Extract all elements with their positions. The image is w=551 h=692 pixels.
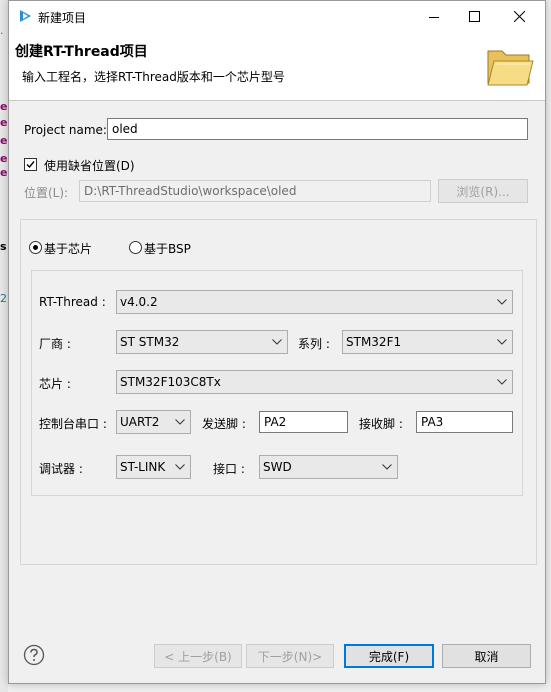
back-button[interactable]: < 上一步(B) [154, 644, 242, 668]
vendor-label: 厂商 : [39, 337, 71, 351]
project-name-label: Project name: [24, 123, 107, 137]
console-uart-label: 控制台串口 : [39, 417, 107, 431]
close-icon [514, 11, 525, 22]
series-select[interactable]: STM32F1 [342, 330, 513, 354]
debugger-value: ST-LINK [120, 460, 166, 474]
chevron-down-icon [175, 464, 185, 470]
tx-pin-label: 发送脚 : [202, 417, 246, 431]
use-default-location-label[interactable]: 使用缺省位置(D) [44, 157, 135, 174]
open-folder-icon [487, 50, 534, 86]
interface-label: 接口 : [213, 462, 245, 476]
bsp-radio[interactable] [129, 241, 142, 254]
wizard-header: 创建RT-Thread项目 输入工程名，选择RT-Thread版本和一个芯片型号 [9, 32, 545, 101]
background-fragment: e [0, 116, 8, 129]
use-default-location-checkbox[interactable] [24, 158, 37, 171]
browse-button[interactable]: 浏览(R)... [438, 179, 528, 203]
chevron-down-icon [497, 379, 507, 385]
background-fragment: e [0, 152, 8, 165]
cancel-button[interactable]: 取消 [442, 644, 531, 668]
project-name-input[interactable]: oled [107, 118, 528, 140]
window-title: 新建项目 [38, 11, 87, 25]
minimize-icon [428, 16, 439, 18]
wizard-description: 输入工程名，选择RT-Thread版本和一个芯片型号 [22, 70, 285, 84]
debugger-label: 调试器 : [39, 462, 83, 476]
maximize-button[interactable] [452, 1, 497, 32]
chip-radio[interactable] [29, 241, 42, 254]
chevron-down-icon [272, 339, 282, 345]
series-value: STM32F1 [346, 335, 402, 349]
bsp-radio-label[interactable]: 基于BSP [144, 240, 191, 257]
chip-select[interactable]: STM32F103C8Tx [116, 370, 513, 394]
minimize-button[interactable] [411, 1, 456, 32]
background-fragment: e [0, 166, 8, 179]
background-fragment: e [0, 100, 8, 113]
background-fragment: 2 [0, 292, 7, 305]
rx-pin-label: 接收脚 : [359, 417, 403, 431]
background-fragment: e [0, 134, 8, 147]
rtthread-version-label: RT-Thread : [39, 295, 106, 309]
chevron-down-icon [382, 464, 392, 470]
debugger-select[interactable]: ST-LINK [116, 455, 191, 479]
chip-label: 芯片 : [39, 377, 71, 391]
background-fragment: . [0, 24, 4, 37]
chevron-down-icon [497, 339, 507, 345]
finish-button[interactable]: 完成(F) [344, 644, 434, 668]
close-button[interactable] [497, 1, 542, 32]
background-fragment: s [0, 240, 7, 253]
console-uart-value: UART2 [120, 415, 160, 429]
location-label: 位置(L): [24, 186, 69, 200]
interface-select[interactable]: SWD [259, 455, 398, 479]
title-bar[interactable]: 新建项目 [9, 1, 545, 32]
maximize-icon [469, 11, 480, 22]
help-icon[interactable] [23, 644, 45, 666]
chevron-down-icon [175, 419, 185, 425]
wizard-title: 创建RT-Thread项目 [15, 44, 148, 60]
series-label: 系列 : [298, 337, 330, 351]
console-uart-select[interactable]: UART2 [116, 410, 191, 434]
rtthread-version-select[interactable]: v4.0.2 [116, 290, 513, 314]
vendor-select[interactable]: ST STM32 [116, 330, 288, 354]
chip-radio-label[interactable]: 基于芯片 [44, 240, 92, 257]
radio-selected-dot [33, 245, 38, 250]
rtthread-version-value: v4.0.2 [120, 295, 158, 309]
check-icon [26, 161, 35, 169]
chip-value: STM32F103C8Tx [120, 375, 221, 389]
tx-pin-input[interactable]: PA2 [259, 411, 348, 433]
vendor-value: ST STM32 [120, 335, 180, 349]
next-button[interactable]: 下一步(N)> [246, 644, 334, 668]
location-input[interactable]: D:\RT-ThreadStudio\workspace\oled [79, 180, 431, 202]
rt-thread-studio-icon [20, 10, 31, 22]
new-project-dialog: 新建项目 创建RT-Thread项目 输入工程名，选择RT-Thread版本和一… [8, 0, 546, 684]
chevron-down-icon [497, 299, 507, 305]
rx-pin-input[interactable]: PA3 [416, 411, 513, 433]
interface-value: SWD [263, 460, 292, 474]
